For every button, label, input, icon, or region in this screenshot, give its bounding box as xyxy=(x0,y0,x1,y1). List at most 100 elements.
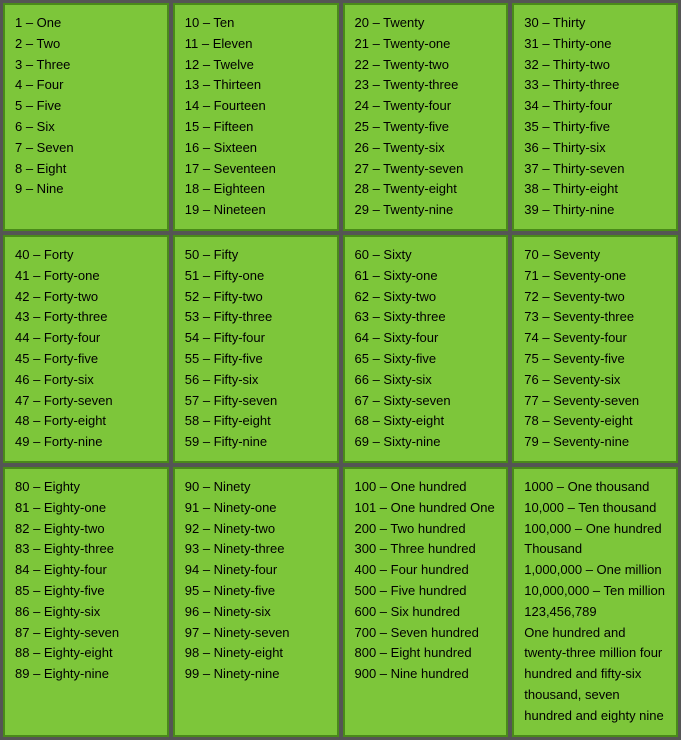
number-cell-cell-20-29: 20 – Twenty21 – Twenty-one22 – Twenty-tw… xyxy=(343,3,509,231)
number-line: 74 – Seventy-four xyxy=(524,328,666,349)
number-line: 94 – Ninety-four xyxy=(185,560,327,581)
number-line: 800 – Eight hundred xyxy=(355,643,497,664)
number-line: 17 – Seventeen xyxy=(185,159,327,180)
number-line: 19 – Nineteen xyxy=(185,200,327,221)
number-line: 81 – Eighty-one xyxy=(15,498,157,519)
number-line: 28 – Twenty-eight xyxy=(355,179,497,200)
number-line: 34 – Thirty-four xyxy=(524,96,666,117)
number-line: 100 – One hundred xyxy=(355,477,497,498)
number-line: 42 – Forty-two xyxy=(15,287,157,308)
number-line: 16 – Sixteen xyxy=(185,138,327,159)
number-line: 98 – Ninety-eight xyxy=(185,643,327,664)
number-line: 96 – Ninety-six xyxy=(185,602,327,623)
number-line: 101 – One hundred One xyxy=(355,498,497,519)
number-line: 54 – Fifty-four xyxy=(185,328,327,349)
number-line: 72 – Seventy-two xyxy=(524,287,666,308)
number-line: 50 – Fifty xyxy=(185,245,327,266)
number-line: 13 – Thirteen xyxy=(185,75,327,96)
number-line: 69 – Sixty-nine xyxy=(355,432,497,453)
number-line: 52 – Fifty-two xyxy=(185,287,327,308)
number-cell-cell-40-49: 40 – Forty41 – Forty-one42 – Forty-two43… xyxy=(3,235,169,463)
number-line: 78 – Seventy-eight xyxy=(524,411,666,432)
number-cell-cell-100-900: 100 – One hundred101 – One hundred One20… xyxy=(343,467,509,737)
number-line: 73 – Seventy-three xyxy=(524,307,666,328)
number-line: 87 – Eighty-seven xyxy=(15,623,157,644)
number-line: 91 – Ninety-one xyxy=(185,498,327,519)
number-line: 15 – Fifteen xyxy=(185,117,327,138)
number-line: 22 – Twenty-two xyxy=(355,55,497,76)
number-line: 1,000,000 – One million xyxy=(524,560,666,581)
number-line: 41 – Forty-one xyxy=(15,266,157,287)
number-line: 600 – Six hundred xyxy=(355,602,497,623)
number-line: 49 – Forty-nine xyxy=(15,432,157,453)
number-line: 10,000 – Ten thousand xyxy=(524,498,666,519)
number-line: 67 – Sixty-seven xyxy=(355,391,497,412)
number-line: 14 – Fourteen xyxy=(185,96,327,117)
number-line: 7 – Seven xyxy=(15,138,157,159)
number-cell-cell-90-99: 90 – Ninety91 – Ninety-one92 – Ninety-tw… xyxy=(173,467,339,737)
number-line: 75 – Seventy-five xyxy=(524,349,666,370)
number-line: 44 – Forty-four xyxy=(15,328,157,349)
number-line: 63 – Sixty-three xyxy=(355,307,497,328)
number-line: 62 – Sixty-two xyxy=(355,287,497,308)
number-line: 700 – Seven hundred xyxy=(355,623,497,644)
number-line: 79 – Seventy-nine xyxy=(524,432,666,453)
number-line: 60 – Sixty xyxy=(355,245,497,266)
number-line: 27 – Twenty-seven xyxy=(355,159,497,180)
number-cell-cell-1000-plus: 1000 – One thousand10,000 – Ten thousand… xyxy=(512,467,678,737)
number-line: 84 – Eighty-four xyxy=(15,560,157,581)
number-line: 68 – Sixty-eight xyxy=(355,411,497,432)
number-line: 500 – Five hundred xyxy=(355,581,497,602)
number-line: 35 – Thirty-five xyxy=(524,117,666,138)
number-line: 5 – Five xyxy=(15,96,157,117)
number-line: 47 – Forty-seven xyxy=(15,391,157,412)
number-line: 26 – Twenty-six xyxy=(355,138,497,159)
number-line: 100,000 – One hundred Thousand xyxy=(524,519,666,561)
number-line: 39 – Thirty-nine xyxy=(524,200,666,221)
number-line: 21 – Twenty-one xyxy=(355,34,497,55)
number-line: 55 – Fifty-five xyxy=(185,349,327,370)
number-cell-cell-70-79: 70 – Seventy71 – Seventy-one72 – Seventy… xyxy=(512,235,678,463)
number-line: 9 – Nine xyxy=(15,179,157,200)
number-line: 97 – Ninety-seven xyxy=(185,623,327,644)
numbers-grid: 1 – One2 – Two3 – Three4 – Four5 – Five6… xyxy=(0,0,681,740)
number-cell-cell-30-39: 30 – Thirty31 – Thirty-one32 – Thirty-tw… xyxy=(512,3,678,231)
number-line: 10 – Ten xyxy=(185,13,327,34)
number-line: 18 – Eighteen xyxy=(185,179,327,200)
number-line: 59 – Fifty-nine xyxy=(185,432,327,453)
number-line: 92 – Ninety-two xyxy=(185,519,327,540)
number-line: 93 – Ninety-three xyxy=(185,539,327,560)
number-line: 70 – Seventy xyxy=(524,245,666,266)
number-line: 57 – Fifty-seven xyxy=(185,391,327,412)
number-line: 90 – Ninety xyxy=(185,477,327,498)
number-line: 8 – Eight xyxy=(15,159,157,180)
number-line: 43 – Forty-three xyxy=(15,307,157,328)
number-line: 40 – Forty xyxy=(15,245,157,266)
number-line: 45 – Forty-five xyxy=(15,349,157,370)
number-line: 64 – Sixty-four xyxy=(355,328,497,349)
number-line: 58 – Fifty-eight xyxy=(185,411,327,432)
number-line: 123,456,789 xyxy=(524,602,666,623)
number-line: 85 – Eighty-five xyxy=(15,581,157,602)
number-line: 32 – Thirty-two xyxy=(524,55,666,76)
number-line: 3 – Three xyxy=(15,55,157,76)
number-line: 66 – Sixty-six xyxy=(355,370,497,391)
number-line: 83 – Eighty-three xyxy=(15,539,157,560)
number-line: 80 – Eighty xyxy=(15,477,157,498)
number-line: 37 – Thirty-seven xyxy=(524,159,666,180)
number-line: 30 – Thirty xyxy=(524,13,666,34)
number-line: 24 – Twenty-four xyxy=(355,96,497,117)
number-line: 400 – Four hundred xyxy=(355,560,497,581)
number-line: 23 – Twenty-three xyxy=(355,75,497,96)
number-line: 31 – Thirty-one xyxy=(524,34,666,55)
number-line: 300 – Three hundred xyxy=(355,539,497,560)
number-cell-cell-80-89: 80 – Eighty81 – Eighty-one82 – Eighty-tw… xyxy=(3,467,169,737)
number-line: 95 – Ninety-five xyxy=(185,581,327,602)
number-line: 1000 – One thousand xyxy=(524,477,666,498)
number-line: 88 – Eighty-eight xyxy=(15,643,157,664)
number-line: 48 – Forty-eight xyxy=(15,411,157,432)
number-line: 900 – Nine hundred xyxy=(355,664,497,685)
number-line: 71 – Seventy-one xyxy=(524,266,666,287)
number-line: 29 – Twenty-nine xyxy=(355,200,497,221)
number-line: 200 – Two hundred xyxy=(355,519,497,540)
